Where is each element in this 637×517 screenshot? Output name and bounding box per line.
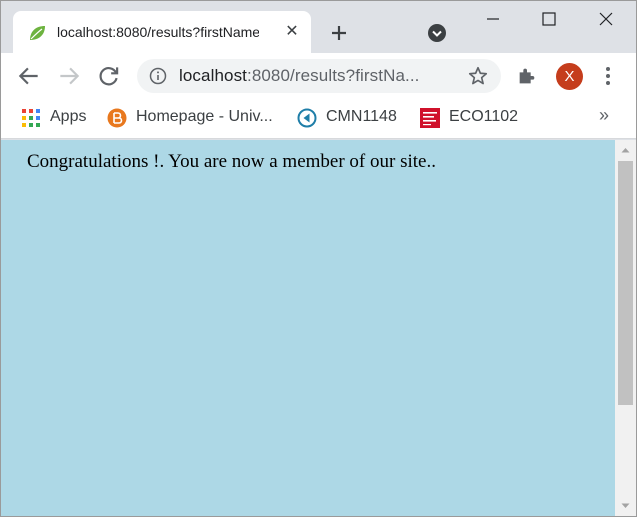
toolbar: localhost:8080/results?firstNa... X: [1, 53, 636, 99]
course-arrow-icon: [297, 108, 317, 128]
address-bar[interactable]: localhost:8080/results?firstNa...: [137, 59, 501, 93]
bookmark-label: Apps: [50, 108, 87, 125]
extensions-puzzle-icon[interactable]: [516, 65, 538, 87]
bookmarks-overflow-chevron-icon[interactable]: »: [599, 105, 615, 127]
bookmark-apps[interactable]: Apps: [21, 107, 101, 129]
browser-tab[interactable]: localhost:8080/results?firstName ✕: [13, 11, 311, 53]
browser-window: localhost:8080/results?firstName ✕ local…: [0, 0, 637, 517]
brightspace-icon: [107, 108, 127, 128]
new-tab-plus-icon[interactable]: [327, 21, 351, 45]
tab-search-icon[interactable]: [425, 21, 449, 45]
bookmark-homepage[interactable]: Homepage - Univ...: [107, 107, 287, 129]
profile-avatar[interactable]: X: [556, 63, 583, 90]
site-info-icon[interactable]: [149, 67, 167, 85]
bookmark-eco1102[interactable]: ECO1102: [420, 107, 530, 129]
maximize-icon[interactable]: [537, 7, 561, 31]
bookmark-label: ECO1102: [449, 108, 519, 125]
bookmark-label: Homepage - Univ...: [136, 108, 273, 125]
reload-icon[interactable]: [96, 63, 122, 89]
bookmark-label: CMN1148: [326, 108, 397, 125]
spring-leaf-icon: [30, 26, 45, 40]
apps-grid-icon: [22, 109, 40, 127]
scroll-down-arrow-icon[interactable]: [615, 496, 636, 516]
menu-kebab-icon[interactable]: [599, 65, 617, 87]
mcgraw-hill-icon: [420, 108, 440, 128]
page-content: Congratulations !. You are now a member …: [1, 140, 615, 516]
url-text[interactable]: localhost:8080/results?firstNa...: [179, 66, 451, 86]
close-icon[interactable]: [594, 7, 618, 31]
scrollbar-thumb[interactable]: [618, 161, 633, 405]
url-rest: :8080/results?firstNa...: [247, 66, 420, 85]
vertical-scrollbar[interactable]: [615, 140, 636, 516]
bookmark-star-icon[interactable]: [467, 65, 489, 87]
bookmark-cmn1148[interactable]: CMN1148: [297, 107, 409, 129]
success-message: Congratulations !. You are now a member …: [27, 151, 436, 172]
minimize-icon[interactable]: [481, 7, 505, 31]
tab-close-icon[interactable]: ✕: [283, 23, 301, 41]
scroll-up-arrow-icon[interactable]: [615, 140, 636, 160]
tab-strip: localhost:8080/results?firstName ✕: [1, 1, 636, 53]
tab-title: localhost:8080/results?firstName: [57, 24, 259, 40]
forward-arrow-icon[interactable]: [56, 63, 82, 89]
bookmarks-bar: Apps Homepage - Univ... CMN1148 ECO1102 …: [1, 99, 636, 139]
url-host: localhost: [179, 66, 247, 85]
back-arrow-icon[interactable]: [16, 63, 42, 89]
